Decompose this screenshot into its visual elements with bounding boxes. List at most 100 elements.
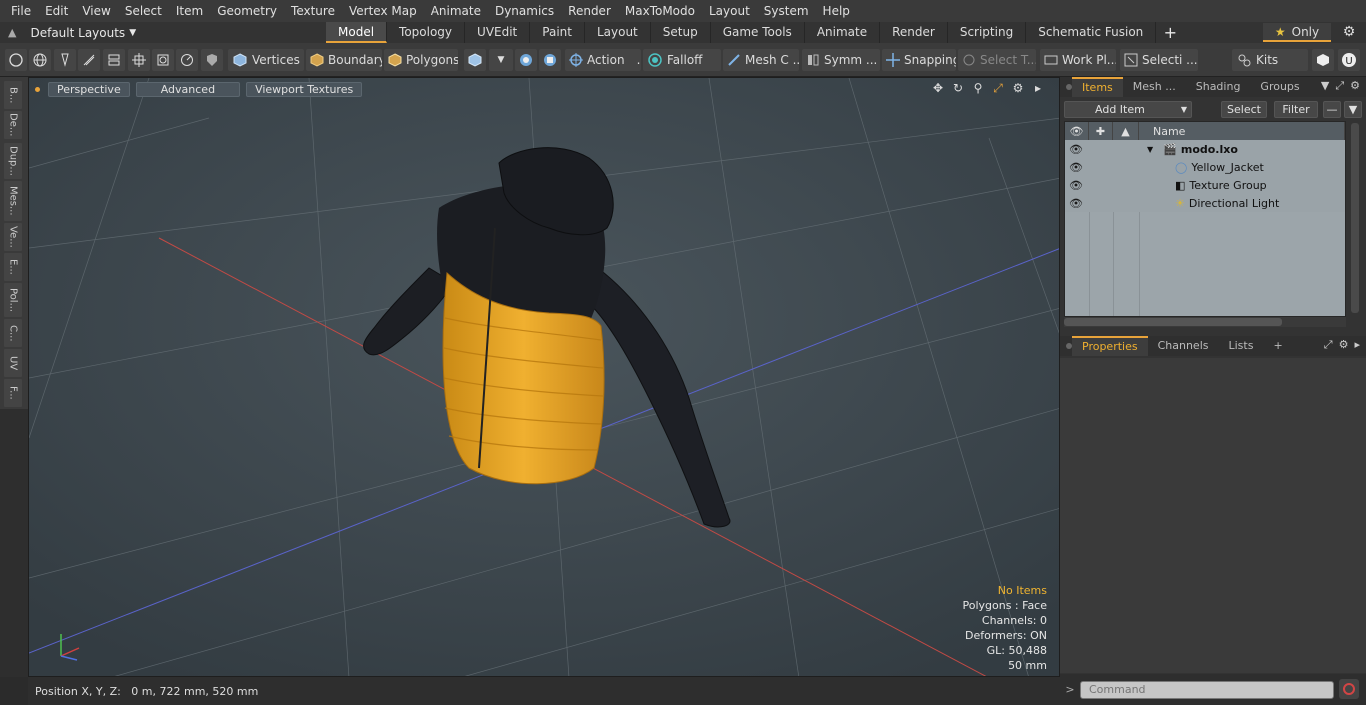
eye-icon[interactable]: 👁 (1068, 158, 1084, 176)
selection-sets-button[interactable]: Selecti ... (1120, 49, 1198, 71)
menu-select[interactable]: Select (118, 0, 169, 22)
tab-render[interactable]: Render (880, 22, 948, 43)
unreal-logo-icon[interactable]: U (1338, 49, 1360, 71)
item-mode-icon[interactable] (464, 49, 486, 71)
menu-render[interactable]: Render (561, 0, 618, 22)
viewport-menu-icon[interactable]: ▸ (1031, 81, 1045, 95)
tab-game-tools[interactable]: Game Tools (711, 22, 805, 43)
menu-texture[interactable]: Texture (284, 0, 342, 22)
add-item-dropdown[interactable]: Add Item ▼ (1064, 101, 1192, 118)
menu-dynamics[interactable]: Dynamics (488, 0, 561, 22)
action-center-button[interactable]: Action ... (565, 49, 641, 71)
expand-panel-icon[interactable]: ⤢ (1335, 79, 1344, 93)
funnel-icon[interactable]: ▼ (1344, 101, 1362, 118)
collapse-icon[interactable]: — (1323, 101, 1341, 118)
move-view-icon[interactable]: ✥ (931, 81, 945, 95)
panel-menu-icon[interactable]: ▸ (1354, 338, 1360, 352)
tab-uvedit[interactable]: UVEdit (465, 22, 531, 43)
tool-tab-uv[interactable]: UV (4, 349, 22, 377)
record-macro-button[interactable] (1339, 679, 1359, 699)
tool-tab-curve[interactable]: C... (4, 319, 22, 347)
tool-tab-mesh[interactable]: Mes... (4, 181, 22, 221)
tool-tab-deform[interactable]: De... (4, 111, 22, 139)
mode-dropdown-icon[interactable]: ▼ (489, 49, 513, 71)
panel-gear-icon[interactable]: ⚙ (1350, 79, 1360, 93)
menu-file[interactable]: File (4, 0, 38, 22)
gear-shield-icon[interactable] (539, 49, 561, 71)
tab-schematic-fusion[interactable]: Schematic Fusion (1026, 22, 1157, 43)
pen-icon[interactable] (54, 49, 76, 71)
tool-tab-vertex[interactable]: Ve... (4, 223, 22, 251)
scroll-thumb[interactable] (1351, 123, 1359, 313)
tree-vertical-scrollbar[interactable] (1348, 121, 1362, 317)
menu-help[interactable]: Help (816, 0, 857, 22)
menu-animate[interactable]: Animate (424, 0, 488, 22)
tool-tab-edge[interactable]: E... (4, 253, 22, 281)
visibility-column-icon[interactable]: 👁 (1065, 122, 1089, 140)
menu-view[interactable]: View (75, 0, 117, 22)
globe-icon[interactable] (29, 49, 51, 71)
cube-logo-icon[interactable] (1312, 49, 1334, 71)
panel-menu-icon[interactable]: ▼ (1321, 79, 1329, 93)
add-tab-button[interactable]: + (1160, 22, 1180, 43)
tab-lists[interactable]: Lists (1219, 337, 1264, 355)
fit-view-icon[interactable]: ⤢ (991, 81, 1005, 95)
tab-groups[interactable]: Groups (1250, 78, 1309, 96)
menu-edit[interactable]: Edit (38, 0, 75, 22)
lock-column-icon[interactable]: ✚ (1089, 122, 1113, 140)
only-toggle[interactable]: ★ Only (1263, 23, 1331, 42)
scroll-thumb[interactable] (1064, 318, 1282, 326)
tree-row-texture-group[interactable]: 👁 ◧ Texture Group (1065, 176, 1345, 194)
expand-triangle-icon[interactable]: ▼ (1147, 145, 1153, 154)
viewport-scene[interactable] (29, 78, 1060, 677)
menu-system[interactable]: System (757, 0, 816, 22)
name-column-header[interactable]: Name (1139, 122, 1345, 140)
tree-row-mesh[interactable]: 👁 ◯ Yellow_Jacket (1065, 158, 1345, 176)
menu-layout[interactable]: Layout (702, 0, 757, 22)
boundary-button[interactable]: Boundary (306, 49, 382, 71)
tree-row-scene[interactable]: 👁 ▼ 🎬 modo.lxo (1065, 140, 1345, 158)
vertices-button[interactable]: Vertices (228, 49, 304, 71)
tab-items[interactable]: Items (1072, 77, 1123, 97)
eye-icon[interactable]: 👁 (1068, 194, 1084, 212)
3d-viewport[interactable]: Perspective Advanced Viewport Textures ✥… (28, 77, 1060, 677)
shading-dropdown[interactable]: Advanced (135, 81, 241, 97)
tree-row-light[interactable]: 👁 ☀ Directional Light (1065, 194, 1345, 212)
scale-icon[interactable] (152, 49, 174, 71)
gear-icon[interactable]: ⚙ (1340, 24, 1358, 41)
viewport-gear-icon[interactable]: ⚙ (1011, 81, 1025, 95)
transform-icon[interactable] (128, 49, 150, 71)
collapse-icon[interactable]: ▲ (8, 26, 16, 39)
circle-select-icon[interactable] (5, 49, 27, 71)
tree-horizontal-scrollbar[interactable] (1064, 317, 1346, 327)
menu-vertex-map[interactable]: Vertex Map (342, 0, 424, 22)
symmetry-button[interactable]: Symm ... (802, 49, 880, 71)
render-column-icon[interactable]: ▲ (1113, 122, 1139, 140)
shield-icon[interactable] (201, 49, 223, 71)
kits-button[interactable]: Kits (1232, 49, 1308, 71)
tool-tab-polygon[interactable]: Pol... (4, 283, 22, 317)
menu-geometry[interactable]: Geometry (210, 0, 284, 22)
add-tab-button[interactable]: + (1263, 337, 1292, 355)
tab-animate[interactable]: Animate (805, 22, 881, 43)
brush-icon[interactable] (78, 49, 100, 71)
layout-dropdown[interactable]: ▲ Default Layouts ▼ (0, 26, 300, 40)
tab-mesh-ops[interactable]: Mesh ... (1123, 78, 1186, 96)
tab-topology[interactable]: Topology (387, 22, 466, 43)
zoom-view-icon[interactable]: ⚲ (971, 81, 985, 95)
rotate-view-icon[interactable]: ↻ (951, 81, 965, 95)
tab-scripting[interactable]: Scripting (948, 22, 1027, 43)
perspective-dropdown[interactable]: Perspective (48, 81, 130, 97)
tool-tab-fusion[interactable]: F... (4, 379, 22, 407)
tool-tab-basic[interactable]: B... (4, 81, 22, 109)
tab-properties[interactable]: Properties (1072, 336, 1148, 356)
falloff-button[interactable]: Falloff (643, 49, 721, 71)
snapping-button[interactable]: Snapping (882, 49, 956, 71)
eye-icon[interactable]: 👁 (1068, 176, 1084, 194)
viewport-textures-dropdown[interactable]: Viewport Textures (246, 81, 363, 97)
select-through-button[interactable]: Select T... (958, 49, 1036, 71)
filter-button[interactable]: Filter (1274, 101, 1318, 118)
panel-gear-icon[interactable]: ⚙ (1339, 338, 1349, 352)
tab-layout[interactable]: Layout (585, 22, 651, 43)
select-button[interactable]: Select (1221, 101, 1267, 118)
